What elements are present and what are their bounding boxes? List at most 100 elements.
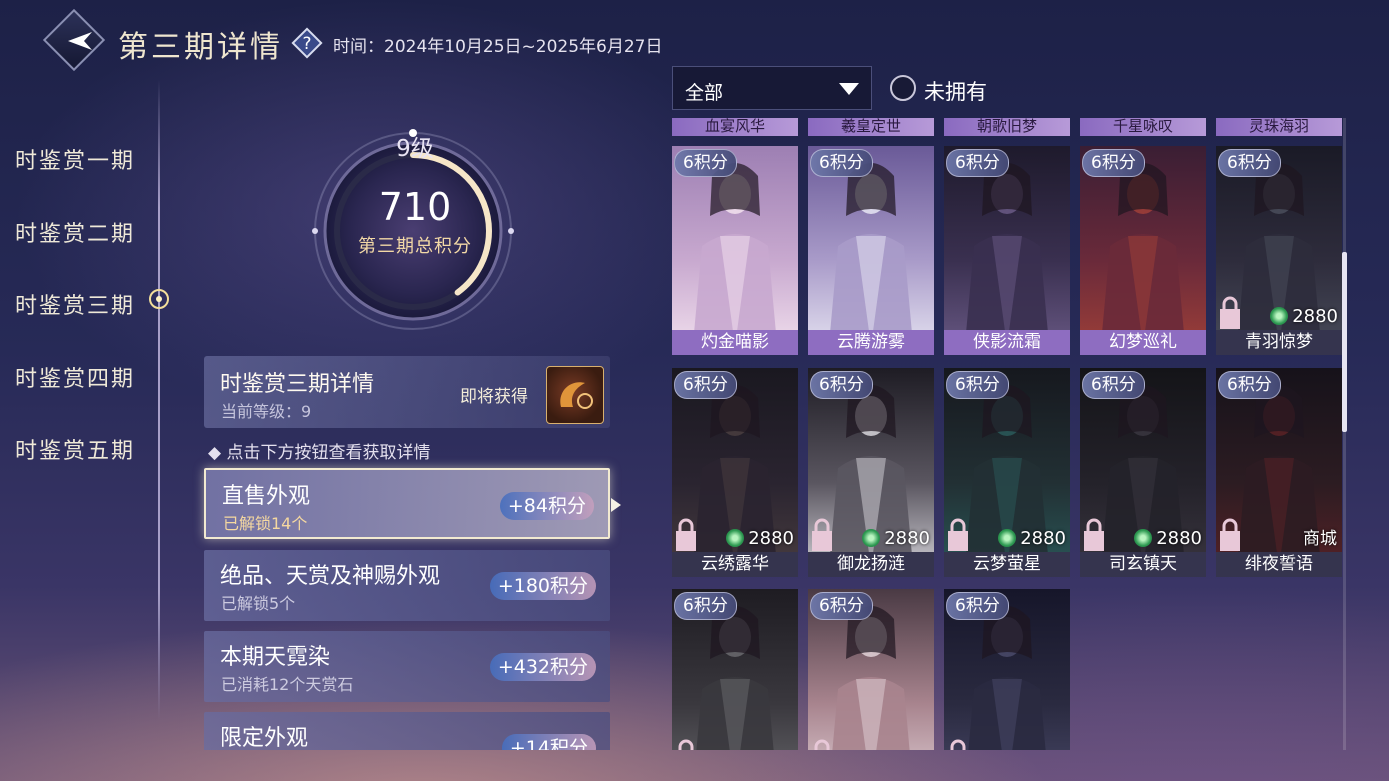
filter-dropdown[interactable]: 全部 <box>672 66 872 110</box>
points-badge: 6积分 <box>946 371 1009 399</box>
appearance-card[interactable]: 6积分幻梦巡礼 <box>1080 146 1206 355</box>
total-score: 710 <box>378 185 452 229</box>
appearance-card[interactable]: 6积分侠影流霜 <box>944 146 1070 355</box>
active-indicator-icon <box>149 289 169 309</box>
lock-icon <box>1220 518 1240 551</box>
detail-title: 时鉴赏三期详情 <box>220 372 375 397</box>
lock-icon <box>1084 518 1104 551</box>
character-portrait <box>808 146 934 355</box>
appearance-name: 云梦萤星 <box>944 552 1070 577</box>
appearance-name: 司玄镇天 <box>1080 552 1206 577</box>
price-text: 2880 <box>998 528 1066 549</box>
appearance-name: 侠影流霜 <box>944 330 1070 355</box>
appearance-card[interactable]: 6积分司玄镇天 2880 <box>1080 368 1206 577</box>
help-icon[interactable]: ? <box>290 26 324 60</box>
sidebar-item-period-1[interactable]: 时鉴赏一期 <box>15 143 135 175</box>
price-text: 2880 <box>1134 528 1202 549</box>
price-text: 2880 <box>1270 306 1338 327</box>
scrollbar-thumb[interactable] <box>1342 252 1347 432</box>
appearance-name: 青羽惊梦 <box>1216 330 1342 355</box>
points-badge: 6积分 <box>1082 149 1145 177</box>
points-badge: 6积分 <box>946 592 1009 620</box>
sidebar-divider <box>158 80 160 720</box>
character-portrait <box>672 146 798 355</box>
character-portrait <box>1080 146 1206 355</box>
jade-coin-icon <box>726 529 745 547</box>
sidebar-item-period-3[interactable]: 时鉴赏三期 <box>15 288 135 320</box>
chevron-down-icon <box>839 83 859 95</box>
row-dye[interactable]: 本期天霓染 已消耗12个天赏石 +432积分 <box>204 631 610 702</box>
points-badge: 6积分 <box>810 149 873 177</box>
appearance-name: 幻梦巡礼 <box>1080 330 1206 355</box>
row-subtitle: 已解锁5个 <box>221 594 296 613</box>
scrollbar-track[interactable] <box>1343 118 1346 750</box>
appearance-card[interactable]: 6积分御龙扬涟 2880 <box>808 368 934 577</box>
selected-row-arrow-icon <box>611 498 621 512</box>
appearance-name: 御龙扬涟 <box>808 552 934 577</box>
not-owned-toggle[interactable] <box>890 75 916 101</box>
price-value: 2880 <box>884 528 930 549</box>
jade-coin-icon <box>1270 307 1289 325</box>
points-badge: 6积分 <box>674 592 737 620</box>
not-owned-label: 未拥有 <box>924 80 987 104</box>
appearance-name: 灼金喵影 <box>672 330 798 355</box>
time-range-text: 时间：2024年10月25日~2025年6月27日 <box>333 37 663 57</box>
row-points-badge: +84积分 <box>499 492 594 520</box>
partial-card-name[interactable]: 羲皇定世 <box>808 118 934 136</box>
back-arrow-icon <box>68 32 92 50</box>
soon-obtain-label: 即将获得 <box>460 387 528 407</box>
partial-card-name[interactable]: 血宴风华 <box>672 118 798 136</box>
appearance-card[interactable]: 6积分 <box>672 589 798 750</box>
points-badge: 6积分 <box>946 149 1009 177</box>
appearance-name: 云绣露华 <box>672 552 798 577</box>
row-premium-appearance[interactable]: 绝品、天赏及神赐外观 已解锁5个 +180积分 <box>204 550 610 621</box>
current-level-text: 当前等级：9 <box>221 402 312 421</box>
sidebar-item-period-5[interactable]: 时鉴赏五期 <box>15 433 135 465</box>
partial-card-name[interactable]: 朝歌旧梦 <box>944 118 1070 136</box>
appearance-card[interactable]: 6积分云梦萤星 2880 <box>944 368 1070 577</box>
price-text: 2880 <box>862 528 930 549</box>
appearance-card[interactable]: 6积分云腾游雾 <box>808 146 934 355</box>
price-value: 2880 <box>1020 528 1066 549</box>
row-title: 本期天霓染 <box>220 645 331 670</box>
appearance-card[interactable]: 6积分 青羽惊梦 2880 <box>1216 146 1342 355</box>
partial-card-name[interactable]: 千星咏叹 <box>1080 118 1206 136</box>
points-badge: 6积分 <box>1082 371 1145 399</box>
row-subtitle: 已解锁14个 <box>223 514 308 533</box>
partial-card-name[interactable]: 灵珠海羽 <box>1216 118 1342 136</box>
appearance-card[interactable]: 6积分灼金喵影 <box>672 146 798 355</box>
sidebar-item-period-4[interactable]: 时鉴赏四期 <box>15 361 135 393</box>
row-subtitle: 已消耗12个天赏石 <box>221 675 354 694</box>
appearance-card[interactable]: 6积分云绣露华 2880 <box>672 368 798 577</box>
appearance-card[interactable]: 6积分 绯夜誓语 商城 <box>1216 368 1342 577</box>
hint-text: ◆ 点击下方按钮查看获取详情 <box>208 443 431 463</box>
appearance-name: 云腾游雾 <box>808 330 934 355</box>
lock-icon <box>950 739 966 750</box>
lock-icon <box>678 739 694 750</box>
reward-preview-icon[interactable] <box>546 366 604 424</box>
price-value: 2880 <box>748 528 794 549</box>
level-text: 9级 <box>396 136 434 162</box>
lock-icon <box>676 518 696 551</box>
row-limited-appearance[interactable]: 限定外观 +14积分 <box>204 712 610 750</box>
lock-icon <box>814 739 830 750</box>
row-title: 直售外观 <box>222 484 311 509</box>
points-badge: 6积分 <box>674 371 737 399</box>
points-badge: 6积分 <box>810 371 873 399</box>
filter-selected-value: 全部 <box>685 82 724 104</box>
points-badge: 6积分 <box>674 149 737 177</box>
row-points-badge: +432积分 <box>489 653 596 681</box>
total-score-label: 第三期总积分 <box>358 236 472 257</box>
appearance-grid: 血宴风华 羲皇定世 朝歌旧梦 千星咏叹 灵珠海羽 6积分 灼金喵影 6积分 云腾游雾 6积分 侠影流… <box>672 118 1344 750</box>
row-title: 绝品、天赏及神赐外观 <box>220 564 441 589</box>
row-title: 限定外观 <box>220 726 309 750</box>
appearance-card[interactable]: 6积分 <box>808 589 934 750</box>
sidebar-item-period-2[interactable]: 时鉴赏二期 <box>15 216 135 248</box>
lock-icon <box>948 518 968 551</box>
points-badge: 6积分 <box>810 592 873 620</box>
jade-coin-icon <box>1134 529 1153 547</box>
row-direct-sale[interactable]: 直售外观 已解锁14个 +84积分 <box>204 468 610 539</box>
appearance-card[interactable]: 6积分 <box>944 589 1070 750</box>
row-points-badge: +14积分 <box>501 734 596 750</box>
points-badge: 6积分 <box>1218 371 1281 399</box>
